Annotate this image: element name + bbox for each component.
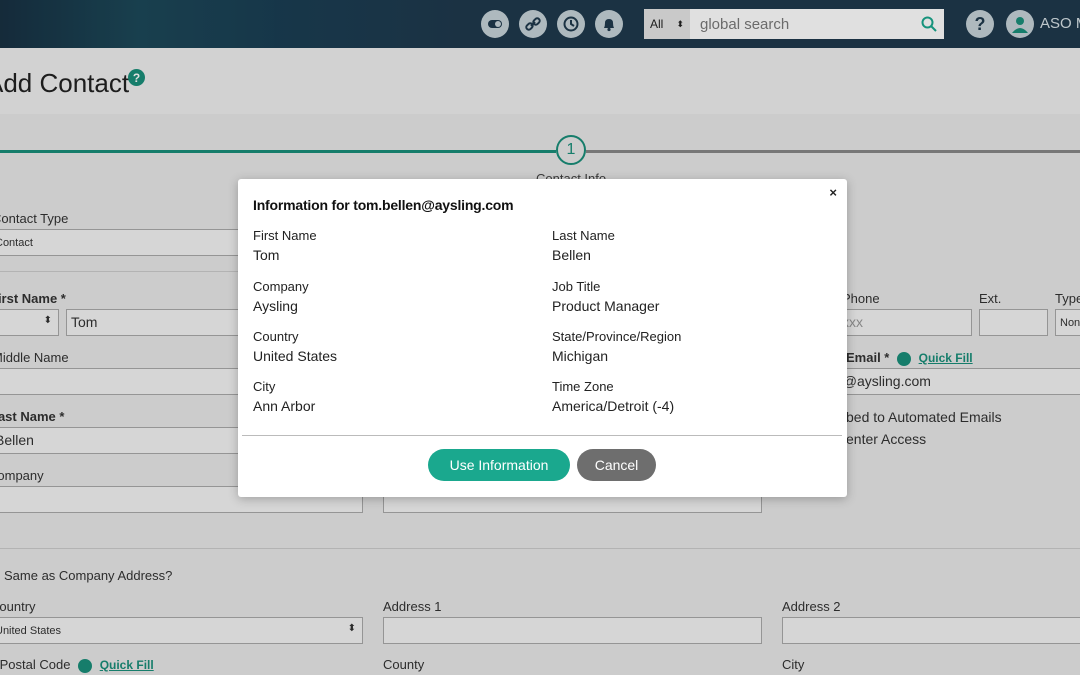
info-label: Country [253,329,299,344]
info-label: Time Zone [552,379,614,394]
modal-divider [242,435,842,436]
cancel-button[interactable]: Cancel [577,449,656,481]
info-label: Company [253,279,309,294]
info-value: Tom [253,247,280,263]
info-label: City [253,379,276,394]
info-label: Last Name [552,228,615,243]
close-icon[interactable]: × [829,185,837,200]
info-value: Aysling [253,298,298,314]
info-modal: × Information for tom.bellen@aysling.com… [238,179,847,497]
info-value: Product Manager [552,298,660,314]
info-value: Ann Arbor [253,398,316,414]
info-value: Michigan [552,348,609,364]
info-label: Job Title [552,279,601,294]
info-value: Bellen [552,247,591,263]
info-label: State/Province/Region [552,329,682,344]
use-information-button[interactable]: Use Information [428,449,570,481]
info-value: United States [253,348,338,364]
info-value: America/Detroit (-4) [552,398,675,414]
modal-title: Information for tom.bellen@aysling.com [253,197,514,213]
info-label: First Name [253,228,317,243]
